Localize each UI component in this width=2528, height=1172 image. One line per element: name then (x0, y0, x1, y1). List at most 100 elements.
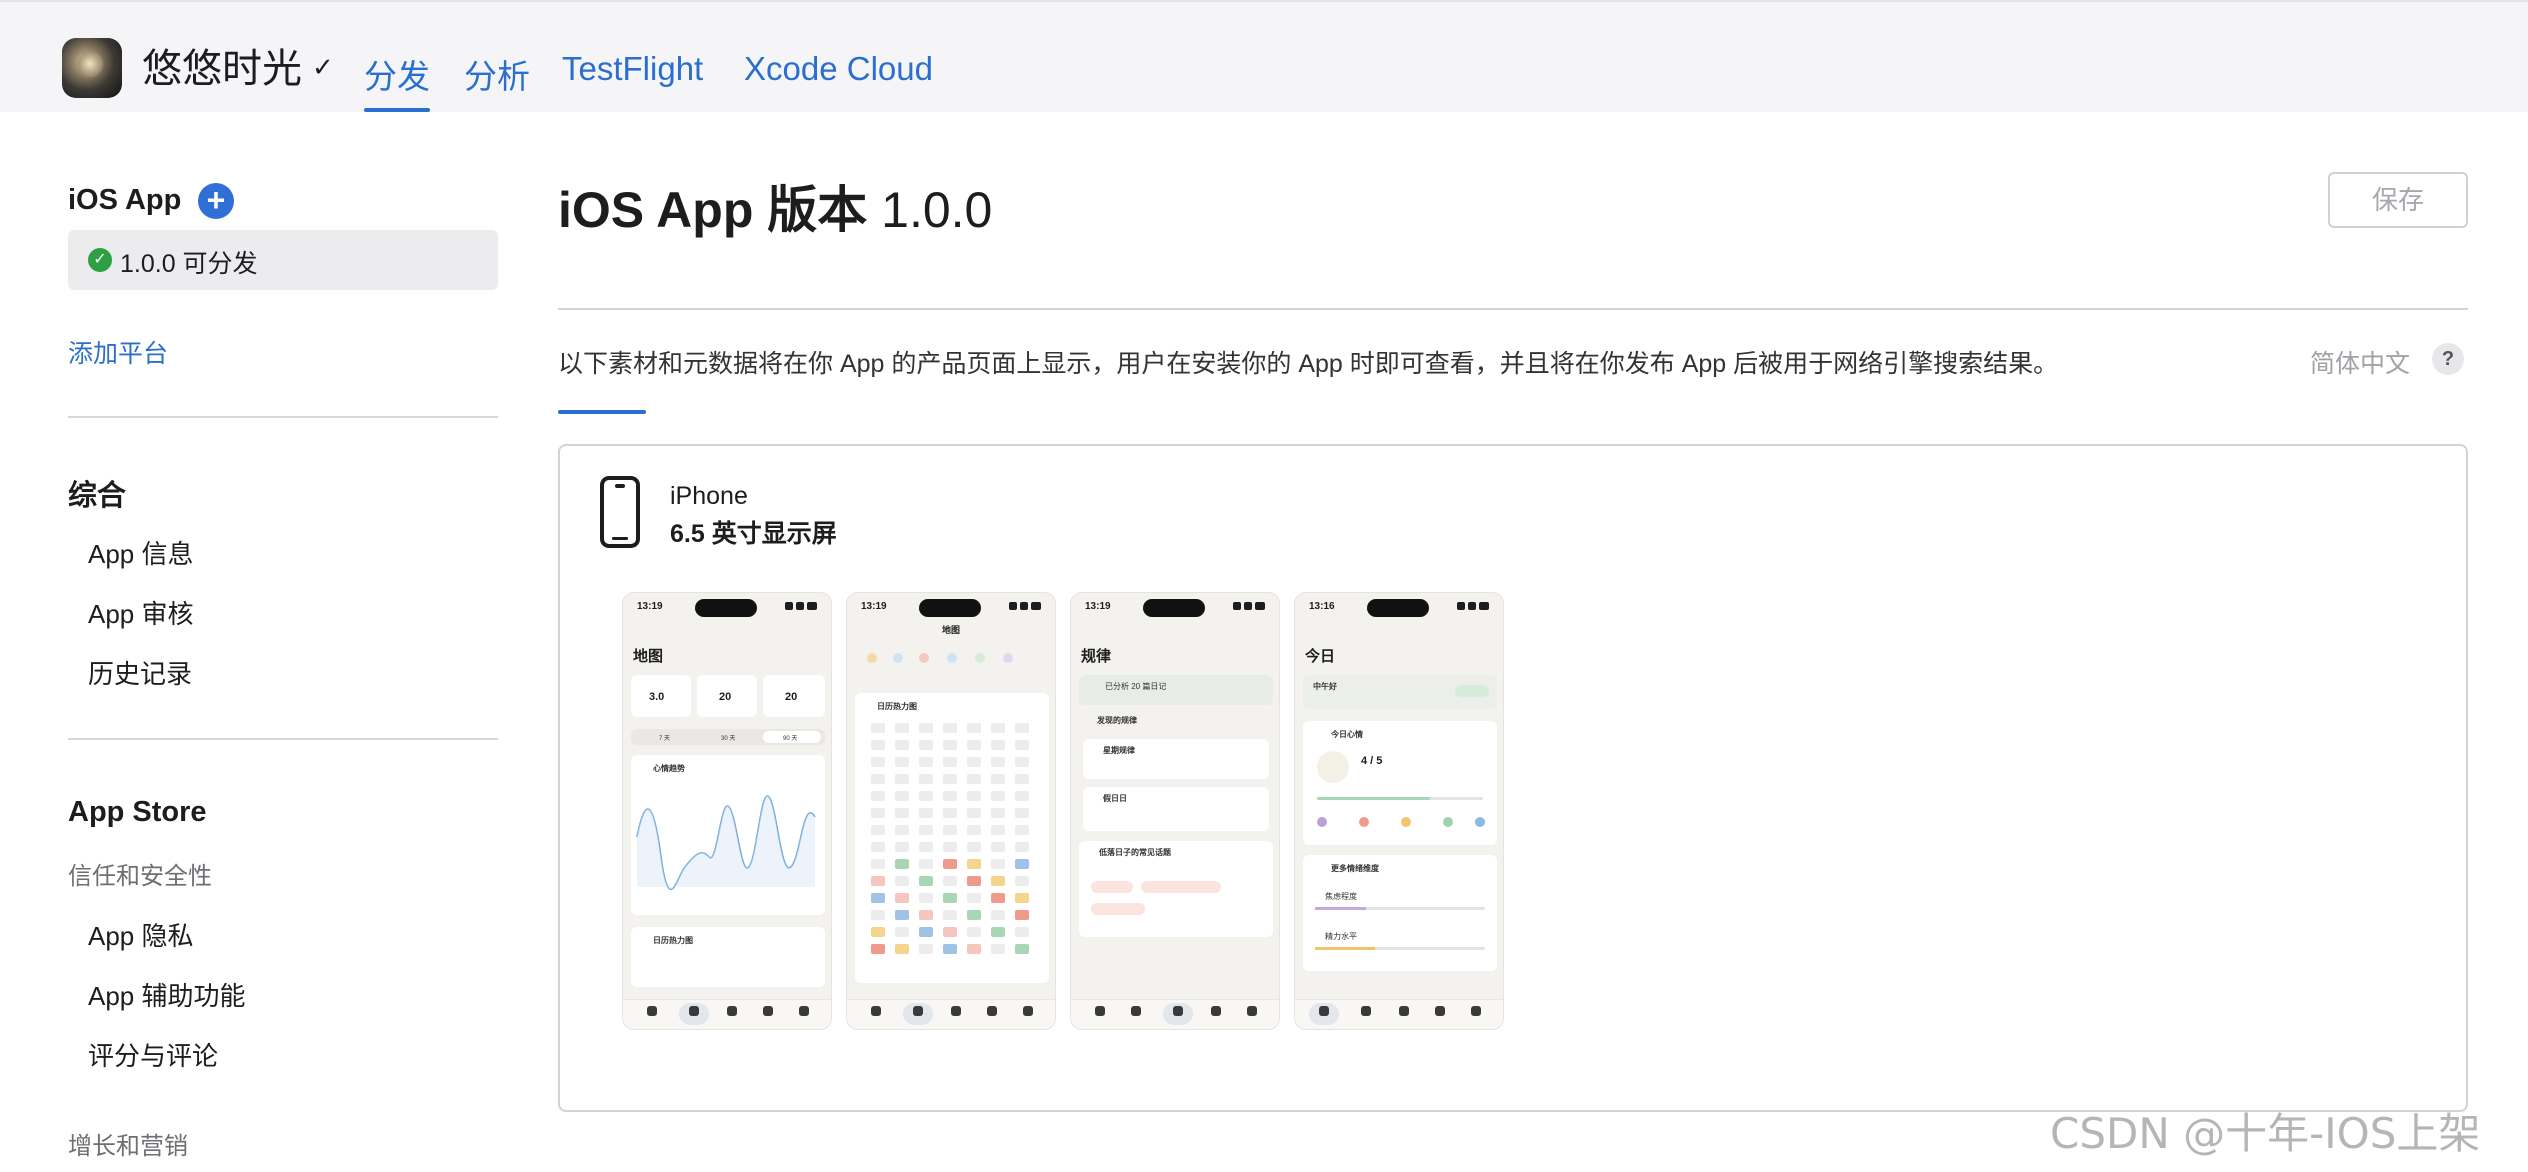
heatmap-cell (991, 808, 1005, 818)
heatmap-cell (967, 876, 981, 886)
sidebar-divider (68, 738, 498, 740)
heatmap-cell (895, 808, 909, 818)
dynamic-island (695, 599, 757, 617)
heatmap-cell (1015, 723, 1029, 733)
more-dimensions-card: 更多情绪维度 焦虑程度 精力水平 (1303, 855, 1497, 971)
heatmap-cell (1015, 910, 1029, 920)
dynamic-island (919, 599, 981, 617)
app-screenshot-3[interactable]: 13:19 规律 已分析 20 篇日记 发现的规律 星期规律 假日日 低落日子的… (1070, 592, 1280, 1030)
heatmap-cell (919, 791, 933, 801)
csdn-watermark: CSDN @十年-IOS上架 (2050, 1109, 2481, 1158)
sidebar-item-app-privacy[interactable]: App 隐私 (88, 916, 194, 953)
sidebar-item-app-review[interactable]: App 审核 (88, 594, 194, 631)
add-platform-link[interactable]: 添加平台 (68, 334, 168, 370)
heatmap-cell (991, 944, 1005, 954)
heatmap-cell (895, 791, 909, 801)
heatmap-cell (991, 740, 1005, 750)
tab-analytics[interactable]: 分析 (464, 50, 530, 98)
heatmap-cell (1015, 774, 1029, 784)
heatmap-cell (967, 825, 981, 835)
sidebar-heading-general: 综合 (68, 480, 127, 512)
heatmap-cell (895, 723, 909, 733)
mood-score: 4 / 5 (1361, 755, 1383, 767)
dynamic-island (1143, 599, 1205, 617)
screen-title: 今日 (1305, 648, 1336, 665)
check-circle-icon: ✓ (88, 248, 112, 272)
sidebar-divider (68, 416, 498, 418)
heatmap-cell (943, 944, 957, 954)
section-patterns: 发现的规律 (1097, 716, 1137, 725)
stat-card: 3.0 (631, 675, 691, 717)
status-time: 13:16 (1309, 601, 1335, 612)
sidebar-item-ratings-reviews[interactable]: 评分与评论 (88, 1036, 218, 1073)
heatmap-cell (991, 842, 1005, 852)
heatmap-cell (895, 876, 909, 886)
language-selector[interactable]: 简体中文 (2310, 344, 2410, 380)
heatmap-cell (991, 791, 1005, 801)
top-navigation-bar: 悠悠时光 ✓ 分发 分析 TestFlight Xcode Cloud (0, 0, 2528, 112)
pattern-holiday: 假日日 (1103, 794, 1127, 803)
sidebar-item-history[interactable]: 历史记录 (88, 654, 192, 691)
sidebar-heading-app-store: App Store (68, 796, 207, 828)
app-icon[interactable] (62, 38, 122, 98)
mood-card: 今日心情 4 / 5 (1303, 721, 1497, 845)
heatmap-cell (871, 723, 885, 733)
pattern-card: 星期规律 (1083, 739, 1269, 779)
heatmap-cell (991, 825, 1005, 835)
help-icon[interactable]: ? (2432, 343, 2464, 375)
heatmap-cell (871, 808, 885, 818)
heatmap-cell (895, 893, 909, 903)
tab-testflight[interactable]: TestFlight (562, 50, 703, 88)
heatmap-cell (991, 774, 1005, 784)
heatmap-cell (895, 842, 909, 852)
heatmap-cell (1015, 808, 1029, 818)
range-30d: 30 天 (721, 736, 736, 742)
add-version-plus-icon[interactable]: + (198, 183, 234, 219)
heatmap-cell (1015, 927, 1029, 937)
heatmap-cell (871, 791, 885, 801)
heatmap-cell (967, 774, 981, 784)
app-screenshot-1[interactable]: 13:19 地图 3.0 20 20 7 天 30 天 90 天 心情趋势 日历… (622, 592, 832, 1030)
heatmap-card: 日历热力图 (855, 693, 1049, 983)
sidebar-item-app-info[interactable]: App 信息 (88, 534, 194, 571)
tab-distribution[interactable]: 分发 (364, 50, 430, 112)
heatmap-cell (919, 774, 933, 784)
app-name[interactable]: 悠悠时光 (142, 36, 302, 94)
heatmap-cell (967, 723, 981, 733)
greeting-card: 中午好 (1303, 675, 1497, 709)
range-90d: 90 天 (783, 736, 798, 742)
heatmap-cell (895, 740, 909, 750)
heatmap-cell (943, 893, 957, 903)
pattern-card: 假日日 (1083, 787, 1269, 831)
app-screenshot-4[interactable]: 13:16 今日 中午好 今日心情 4 / 5 更多情绪维度 焦虑程度 精力水平 (1294, 592, 1504, 1030)
heatmap-cell (871, 910, 885, 920)
heatmap-cell (967, 757, 981, 767)
status-time: 13:19 (1085, 601, 1111, 612)
heatmap-cell (871, 774, 885, 784)
sidebar-item-accessibility[interactable]: App 辅助功能 (88, 976, 246, 1013)
app-switcher-chevron-icon[interactable]: ✓ (312, 52, 334, 83)
heatmap-cell (919, 757, 933, 767)
app-screenshot-2[interactable]: 13:19 地图 日历热力图 (846, 592, 1056, 1030)
screen-title: 地图 (941, 625, 960, 635)
page-title: iOS App 版本 1.0.0 (558, 170, 992, 242)
heatmap-cell (943, 740, 957, 750)
sidebar-item-version[interactable]: ✓ 1.0.0 可分发 (68, 230, 498, 290)
heatmap-cell (943, 842, 957, 852)
heatmap-cell (943, 791, 957, 801)
trend-title: 心情趋势 (653, 764, 685, 773)
heatmap-cell (895, 774, 909, 784)
metadata-description: 以下素材和元数据将在你 App 的产品页面上显示，用户在安装你的 App 时即可… (558, 350, 2059, 378)
heatmap-cell (991, 893, 1005, 903)
tab-xcode-cloud[interactable]: Xcode Cloud (744, 50, 933, 88)
heatmap-title: 日历热力图 (653, 936, 693, 945)
heatmap-cell (895, 944, 909, 954)
range-7d: 7 天 (659, 736, 671, 742)
heatmap-cell (967, 842, 981, 852)
page-title-main: iOS App 版本 (558, 182, 868, 238)
heatmap-cell (871, 740, 885, 750)
save-button[interactable]: 保存 (2328, 172, 2468, 228)
heatmap-cell (967, 808, 981, 818)
heatmap-cell (919, 825, 933, 835)
heatmap-cell (919, 859, 933, 869)
